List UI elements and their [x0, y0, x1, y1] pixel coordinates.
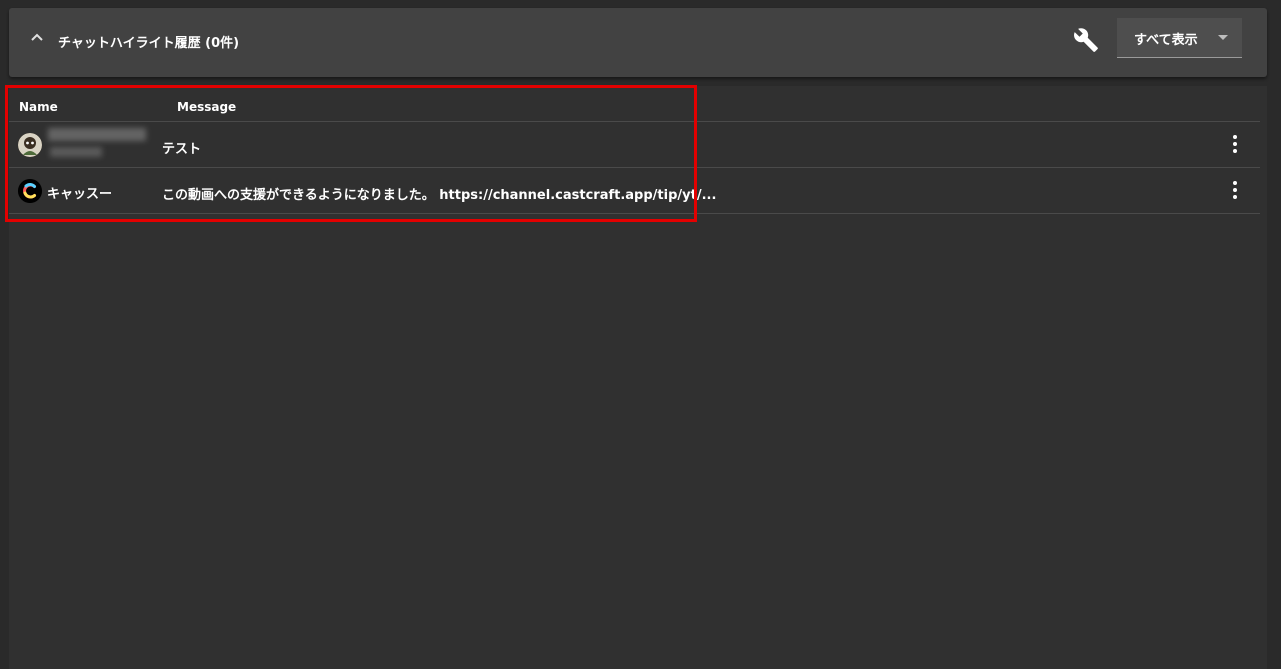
chevron-up-icon[interactable] — [29, 30, 45, 46]
table-row[interactable]: テスト — [9, 122, 1260, 168]
caret-down-icon — [1218, 35, 1228, 40]
wrench-icon[interactable] — [1073, 27, 1099, 53]
section-title: チャットハイライト履歴 (0件) — [58, 36, 240, 51]
more-vert-icon[interactable] — [1228, 181, 1242, 201]
user-avatar — [18, 133, 42, 157]
message-text: この動画への支援ができるようになりました。 https://channel.ca… — [162, 188, 717, 203]
column-header-name[interactable]: Name — [19, 100, 58, 114]
castcraft-logo — [18, 179, 42, 203]
display-filter-value: すべて表示 — [1134, 33, 1198, 48]
table-header: Name Message — [9, 86, 1260, 122]
highlight-history-header: チャットハイライト履歴 (0件) すべて表示 — [9, 8, 1267, 77]
table-row[interactable]: キャッスー この動画への支援ができるようになりました。 https://chan… — [9, 168, 1260, 214]
more-vert-icon[interactable] — [1228, 135, 1242, 155]
column-header-message[interactable]: Message — [177, 100, 236, 114]
display-filter-select[interactable]: すべて表示 — [1117, 18, 1242, 58]
highlight-table-panel: Name Message テスト キャッスー この動画への支援ができるようになり… — [9, 86, 1267, 669]
message-text: テスト — [162, 142, 202, 157]
user-name: キャッスー — [47, 187, 113, 202]
